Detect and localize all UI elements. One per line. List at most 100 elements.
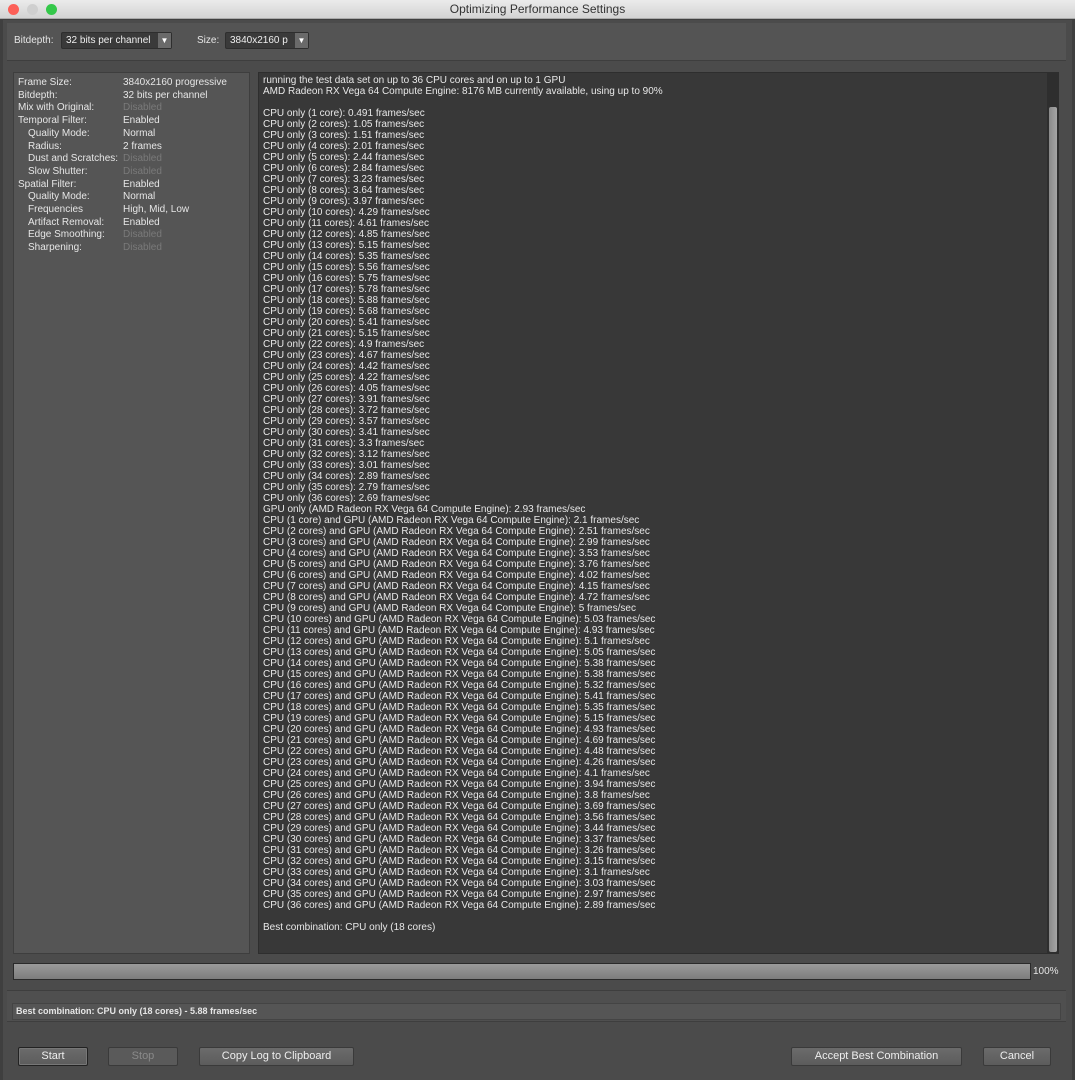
log-line: CPU (26 cores) and GPU (AMD Radeon RX Ve… xyxy=(263,790,650,801)
log-line: CPU (2 cores) and GPU (AMD Radeon RX Veg… xyxy=(263,526,650,537)
log-line: CPU only (4 cores): 2.01 frames/sec xyxy=(263,141,425,152)
progress-percent: 100% xyxy=(1033,966,1059,977)
log-line: GPU only (AMD Radeon RX Vega 64 Compute … xyxy=(263,504,586,515)
setting-value: Enabled xyxy=(123,115,160,127)
setting-key: Frame Size: xyxy=(18,77,72,88)
log-line: CPU (27 cores) and GPU (AMD Radeon RX Ve… xyxy=(263,801,656,812)
log-line: CPU only (23 cores): 4.67 frames/sec xyxy=(263,350,430,361)
log-line: CPU only (8 cores): 3.64 frames/sec xyxy=(263,185,425,196)
progress-fill xyxy=(14,964,1030,979)
setting-key: Spatial Filter: xyxy=(18,178,77,190)
log-line: CPU only (20 cores): 5.41 frames/sec xyxy=(263,317,430,328)
log-line: CPU (13 cores) and GPU (AMD Radeon RX Ve… xyxy=(263,647,656,658)
log-line: CPU (18 cores) and GPU (AMD Radeon RX Ve… xyxy=(263,702,656,713)
setting-key: Quality Mode: xyxy=(28,191,90,203)
log-line: CPU (21 cores) and GPU (AMD Radeon RX Ve… xyxy=(263,735,656,746)
log-line: CPU (36 cores) and GPU (AMD Radeon RX Ve… xyxy=(263,900,656,911)
setting-key: Slow Shutter: xyxy=(28,165,88,177)
log-line: CPU only (10 cores): 4.29 frames/sec xyxy=(263,207,430,218)
setting-value: 3840x2160 progressive xyxy=(123,77,227,88)
test-log: running the test data set on up to 36 CP… xyxy=(258,72,1048,954)
log-line: CPU only (25 cores): 4.22 frames/sec xyxy=(263,372,430,383)
log-line: CPU only (36 cores): 2.69 frames/sec xyxy=(263,493,430,504)
log-line: CPU only (24 cores): 4.42 frames/sec xyxy=(263,361,430,372)
log-line: CPU only (1 core): 0.491 frames/sec xyxy=(263,108,425,119)
setting-value: Disabled xyxy=(123,242,162,254)
log-line: CPU (4 cores) and GPU (AMD Radeon RX Veg… xyxy=(263,548,650,559)
setting-key: Artifact Removal: xyxy=(28,216,105,228)
log-line: CPU only (28 cores): 3.72 frames/sec xyxy=(263,405,430,416)
log-line: CPU only (13 cores): 5.15 frames/sec xyxy=(263,240,430,251)
log-line: CPU (5 cores) and GPU (AMD Radeon RX Veg… xyxy=(263,559,650,570)
start-button[interactable]: Start xyxy=(18,1047,88,1066)
setting-value: Enabled xyxy=(123,178,160,190)
log-line: CPU (22 cores) and GPU (AMD Radeon RX Ve… xyxy=(263,746,656,757)
log-line: running the test data set on up to 36 CP… xyxy=(263,75,566,86)
log-line: CPU only (7 cores): 3.23 frames/sec xyxy=(263,174,425,185)
log-line: CPU (35 cores) and GPU (AMD Radeon RX Ve… xyxy=(263,889,656,900)
progress-bar xyxy=(13,963,1031,980)
window-title: Optimizing Performance Settings xyxy=(449,2,626,16)
log-line: CPU only (35 cores): 2.79 frames/sec xyxy=(263,482,430,493)
log-line: CPU only (3 cores): 1.51 frames/sec xyxy=(263,130,425,141)
log-line: CPU only (19 cores): 5.68 frames/sec xyxy=(263,306,430,317)
size-select[interactable]: 3840x2160 p ▼ xyxy=(225,32,309,49)
setting-value: Disabled xyxy=(123,165,162,177)
cancel-button[interactable]: Cancel xyxy=(983,1047,1051,1066)
minimize-window-icon[interactable] xyxy=(27,4,38,15)
log-line: CPU (12 cores) and GPU (AMD Radeon RX Ve… xyxy=(263,636,650,647)
log-line: CPU (24 cores) and GPU (AMD Radeon RX Ve… xyxy=(263,768,650,779)
log-line: CPU only (33 cores): 3.01 frames/sec xyxy=(263,460,430,471)
scrollbar-thumb[interactable] xyxy=(1049,107,1057,952)
zoom-window-icon[interactable] xyxy=(46,4,57,15)
log-line: Best combination: CPU only (18 cores) xyxy=(263,922,436,933)
bitdepth-select[interactable]: 32 bits per channel ▼ xyxy=(61,32,172,49)
log-line: CPU (11 cores) and GPU (AMD Radeon RX Ve… xyxy=(263,625,655,636)
setting-value: Disabled xyxy=(123,102,162,114)
log-line: CPU only (16 cores): 5.75 frames/sec xyxy=(263,273,430,284)
stop-button[interactable]: Stop xyxy=(108,1047,178,1066)
setting-key: Temporal Filter: xyxy=(18,115,87,127)
log-line: CPU (16 cores) and GPU (AMD Radeon RX Ve… xyxy=(263,680,656,691)
setting-value: Disabled xyxy=(123,229,162,241)
log-line: CPU only (2 cores): 1.05 frames/sec xyxy=(263,119,425,130)
setting-value: Normal xyxy=(123,191,156,203)
log-line: CPU only (14 cores): 5.35 frames/sec xyxy=(263,251,430,262)
size-value: 3840x2160 p xyxy=(230,35,288,46)
log-line: CPU (3 cores) and GPU (AMD Radeon RX Veg… xyxy=(263,537,650,548)
setting-value: High, Mid, Low xyxy=(123,204,190,215)
log-line: CPU (20 cores) and GPU (AMD Radeon RX Ve… xyxy=(263,724,656,735)
log-line: CPU (31 cores) and GPU (AMD Radeon RX Ve… xyxy=(263,845,656,856)
accept-best-combination-button[interactable]: Accept Best Combination xyxy=(791,1047,962,1066)
setting-value: Normal xyxy=(123,127,156,139)
setting-value: Disabled xyxy=(123,153,162,165)
setting-key: Quality Mode: xyxy=(28,127,90,139)
log-line: CPU (1 core) and GPU (AMD Radeon RX Vega… xyxy=(263,515,640,526)
log-line: CPU only (17 cores): 5.78 frames/sec xyxy=(263,284,430,295)
chevron-down-icon: ▼ xyxy=(158,33,171,48)
bitdepth-value: 32 bits per channel xyxy=(66,35,151,46)
log-line: CPU (6 cores) and GPU (AMD Radeon RX Veg… xyxy=(263,570,650,581)
log-line: CPU (23 cores) and GPU (AMD Radeon RX Ve… xyxy=(263,757,656,768)
log-scrollbar[interactable] xyxy=(1048,72,1059,954)
setting-key: Dust and Scratches: xyxy=(28,153,119,165)
setting-key: Radius: xyxy=(28,140,62,152)
log-line: CPU only (12 cores): 4.85 frames/sec xyxy=(263,229,430,240)
log-line: CPU only (31 cores): 3.3 frames/sec xyxy=(263,438,425,449)
close-window-icon[interactable] xyxy=(8,4,19,15)
setting-key: Frequencies xyxy=(28,204,84,215)
log-line: CPU (25 cores) and GPU (AMD Radeon RX Ve… xyxy=(263,779,656,790)
setting-key: Mix with Original: xyxy=(18,102,95,114)
log-line: CPU only (5 cores): 2.44 frames/sec xyxy=(263,152,425,163)
log-line: CPU (8 cores) and GPU (AMD Radeon RX Veg… xyxy=(263,592,650,603)
toolbar: Bitdepth: 32 bits per channel ▼ Size: 38… xyxy=(7,23,1066,61)
log-line: CPU (33 cores) and GPU (AMD Radeon RX Ve… xyxy=(263,867,650,878)
log-line: CPU only (26 cores): 4.05 frames/sec xyxy=(263,383,430,394)
log-line: CPU only (29 cores): 3.57 frames/sec xyxy=(263,416,430,427)
log-line: CPU only (6 cores): 2.84 frames/sec xyxy=(263,163,425,174)
copy-log-button[interactable]: Copy Log to Clipboard xyxy=(199,1047,354,1066)
status-text: Best combination: CPU only (18 cores) - … xyxy=(12,1003,1061,1020)
log-line: CPU (32 cores) and GPU (AMD Radeon RX Ve… xyxy=(263,856,656,867)
